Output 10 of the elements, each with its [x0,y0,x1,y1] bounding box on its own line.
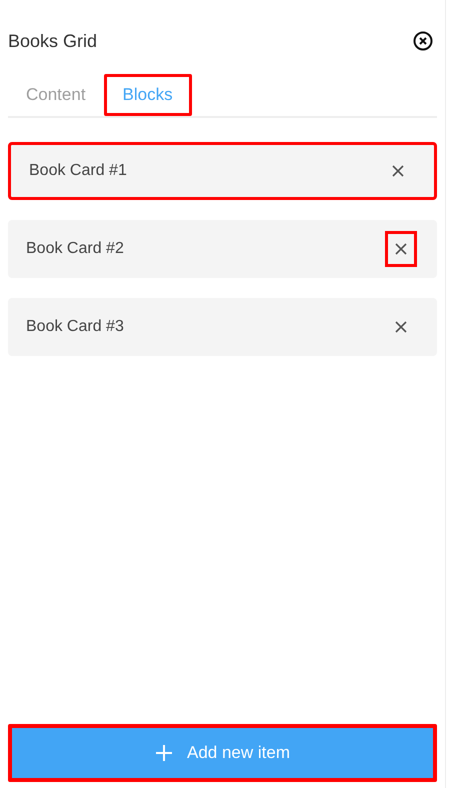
block-item[interactable]: Book Card #1 [8,142,437,200]
block-item[interactable]: Book Card #3 [8,298,437,356]
close-icon[interactable] [413,31,433,51]
panel-title: Books Grid [8,30,98,52]
item-label: Book Card #1 [29,161,127,181]
item-label: Book Card #2 [26,239,124,259]
remove-icon[interactable] [385,231,417,267]
item-label: Book Card #3 [26,317,124,337]
block-item[interactable]: Book Card #2 [8,220,437,278]
plus-icon [155,744,173,762]
